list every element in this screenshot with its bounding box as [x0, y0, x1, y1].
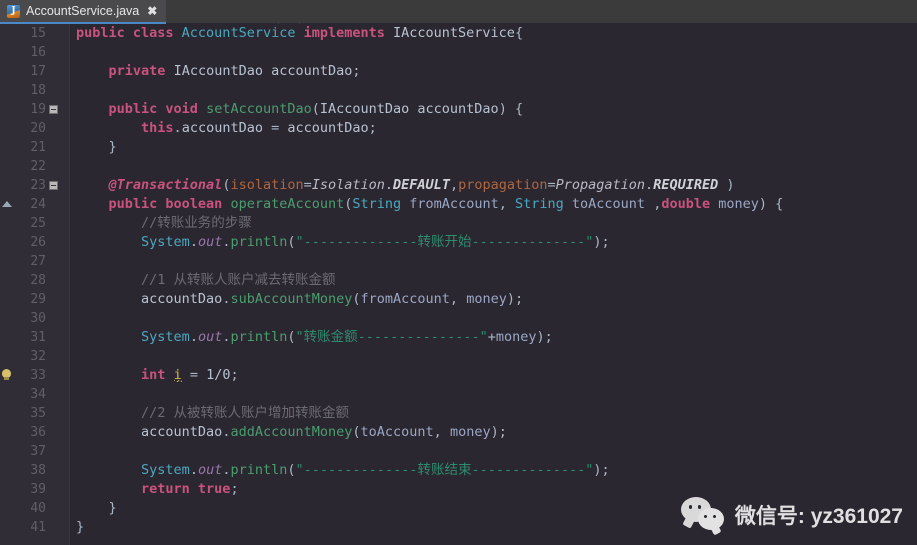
line-number: 22 — [30, 159, 46, 174]
code-line[interactable]: 20 this.accountDao = accountDao; — [0, 119, 917, 138]
code-line-content: public void setAccountDao(IAccountDao ac… — [108, 101, 524, 117]
code-line[interactable]: 26 System.out.println("--------------转账开… — [0, 233, 917, 252]
override-arrow-icon[interactable] — [2, 201, 12, 207]
code-line[interactable]: 37 — [0, 442, 917, 461]
line-number: 38 — [30, 463, 46, 478]
line-number: 15 — [30, 26, 46, 41]
line-number: 31 — [30, 330, 46, 345]
code-line[interactable]: 25 //转账业务的步骤 — [0, 214, 917, 233]
code-line-content: System.out.println("--------------转账开始--… — [141, 234, 610, 250]
code-line-content: return true; — [141, 481, 239, 497]
code-line-content: } — [76, 519, 85, 535]
wechat-id-text: 微信号: yz361027 — [734, 505, 903, 528]
java-file-icon-letter: J — [11, 5, 16, 16]
code-line[interactable]: 27 — [0, 252, 917, 271]
editor-tab-label: AccountService.java — [26, 4, 140, 18]
code-line-content: System.out.println("转账金额---------------"… — [141, 329, 553, 345]
line-number: 26 — [30, 235, 46, 250]
wechat-logo-icon — [680, 497, 727, 533]
line-number: 41 — [30, 520, 46, 535]
line-number: 25 — [30, 216, 46, 231]
code-line-content: //1 从转账人账户减去转账金额 — [141, 272, 336, 288]
editor-tab-accountservice[interactable]: J AccountService.java ✖ — [0, 0, 167, 24]
code-line-content: System.out.println("--------------转账结束--… — [141, 462, 610, 478]
code-line-content: accountDao.subAccountMoney(fromAccount, … — [141, 291, 524, 307]
code-line[interactable]: 16 — [0, 43, 917, 62]
code-line[interactable]: 36 accountDao.addAccountMoney(toAccount,… — [0, 423, 917, 442]
code-line[interactable]: 38 System.out.println("--------------转账结… — [0, 461, 917, 480]
code-line[interactable]: 31 System.out.println("转账金额-------------… — [0, 328, 917, 347]
line-number: 40 — [30, 501, 46, 516]
code-line-content: private IAccountDao accountDao; — [108, 63, 361, 79]
code-line-content: //转账业务的步骤 — [141, 215, 252, 231]
line-number: 19 — [30, 102, 46, 117]
code-fold-collapse-icon[interactable] — [49, 181, 58, 190]
line-number: 32 — [30, 349, 46, 364]
code-line[interactable]: 21 } — [0, 138, 917, 157]
line-number: 37 — [30, 444, 46, 459]
line-number: 28 — [30, 273, 46, 288]
code-line[interactable]: 24 public boolean operateAccount(String … — [0, 195, 917, 214]
code-line[interactable]: 35 //2 从被转账人账户增加转账金额 — [0, 404, 917, 423]
code-line-content: public class AccountService implements I… — [76, 25, 524, 41]
intention-bulb-icon[interactable] — [0, 369, 13, 382]
code-line-content: @Transactional(isolation=Isolation.DEFAU… — [108, 177, 735, 193]
code-line[interactable]: 29 accountDao.subAccountMoney(fromAccoun… — [0, 290, 917, 309]
line-number: 20 — [30, 121, 46, 136]
code-line[interactable]: 28 //1 从转账人账户减去转账金额 — [0, 271, 917, 290]
line-number: 17 — [30, 64, 46, 79]
line-number: 39 — [30, 482, 46, 497]
close-icon[interactable]: ✖ — [147, 5, 157, 17]
line-number: 34 — [30, 387, 46, 402]
code-line[interactable]: 23 @Transactional(isolation=Isolation.DE… — [0, 176, 917, 195]
line-number: 35 — [30, 406, 46, 421]
code-line[interactable]: 33 int i = 1/0; — [0, 366, 917, 385]
code-line[interactable]: 15 public class AccountService implements… — [0, 24, 917, 43]
code-line[interactable]: 34 — [0, 385, 917, 404]
code-line[interactable]: 17 private IAccountDao accountDao; — [0, 62, 917, 81]
code-line-content: } — [108, 500, 117, 516]
code-line[interactable]: 32 — [0, 347, 917, 366]
code-line[interactable]: 18 — [0, 81, 917, 100]
code-fold-collapse-icon[interactable] — [49, 105, 58, 114]
line-number: 23 — [30, 178, 46, 193]
code-editor[interactable]: 15 public class AccountService implements… — [0, 24, 917, 545]
code-line[interactable]: 30 — [0, 309, 917, 328]
line-number: 27 — [30, 254, 46, 269]
code-line-content: } — [108, 139, 117, 155]
line-number: 16 — [30, 45, 46, 60]
code-line-content: public boolean operateAccount(String fro… — [108, 196, 784, 212]
code-line-content: accountDao.addAccountMoney(toAccount, mo… — [141, 424, 507, 440]
line-number: 36 — [30, 425, 46, 440]
code-line-content: int i = 1/0; — [141, 367, 239, 383]
code-line[interactable]: 19 public void setAccountDao(IAccountDao… — [0, 100, 917, 119]
ide-window: J AccountService.java ✖ 15 public class A… — [0, 0, 917, 545]
wechat-watermark: 微信号: yz361027 — [680, 497, 903, 533]
line-number: 29 — [30, 292, 46, 307]
code-lines: 15 public class AccountService implements… — [0, 24, 917, 545]
line-number: 21 — [30, 140, 46, 155]
line-number: 30 — [30, 311, 46, 326]
code-line-content: //2 从被转账人账户增加转账金额 — [141, 405, 350, 421]
editor-tab-bar: J AccountService.java ✖ — [0, 0, 917, 24]
code-line-content: this.accountDao = accountDao; — [141, 120, 377, 136]
line-number: 18 — [30, 83, 46, 98]
java-file-icon: J — [7, 4, 20, 19]
code-line[interactable]: 22 — [0, 157, 917, 176]
